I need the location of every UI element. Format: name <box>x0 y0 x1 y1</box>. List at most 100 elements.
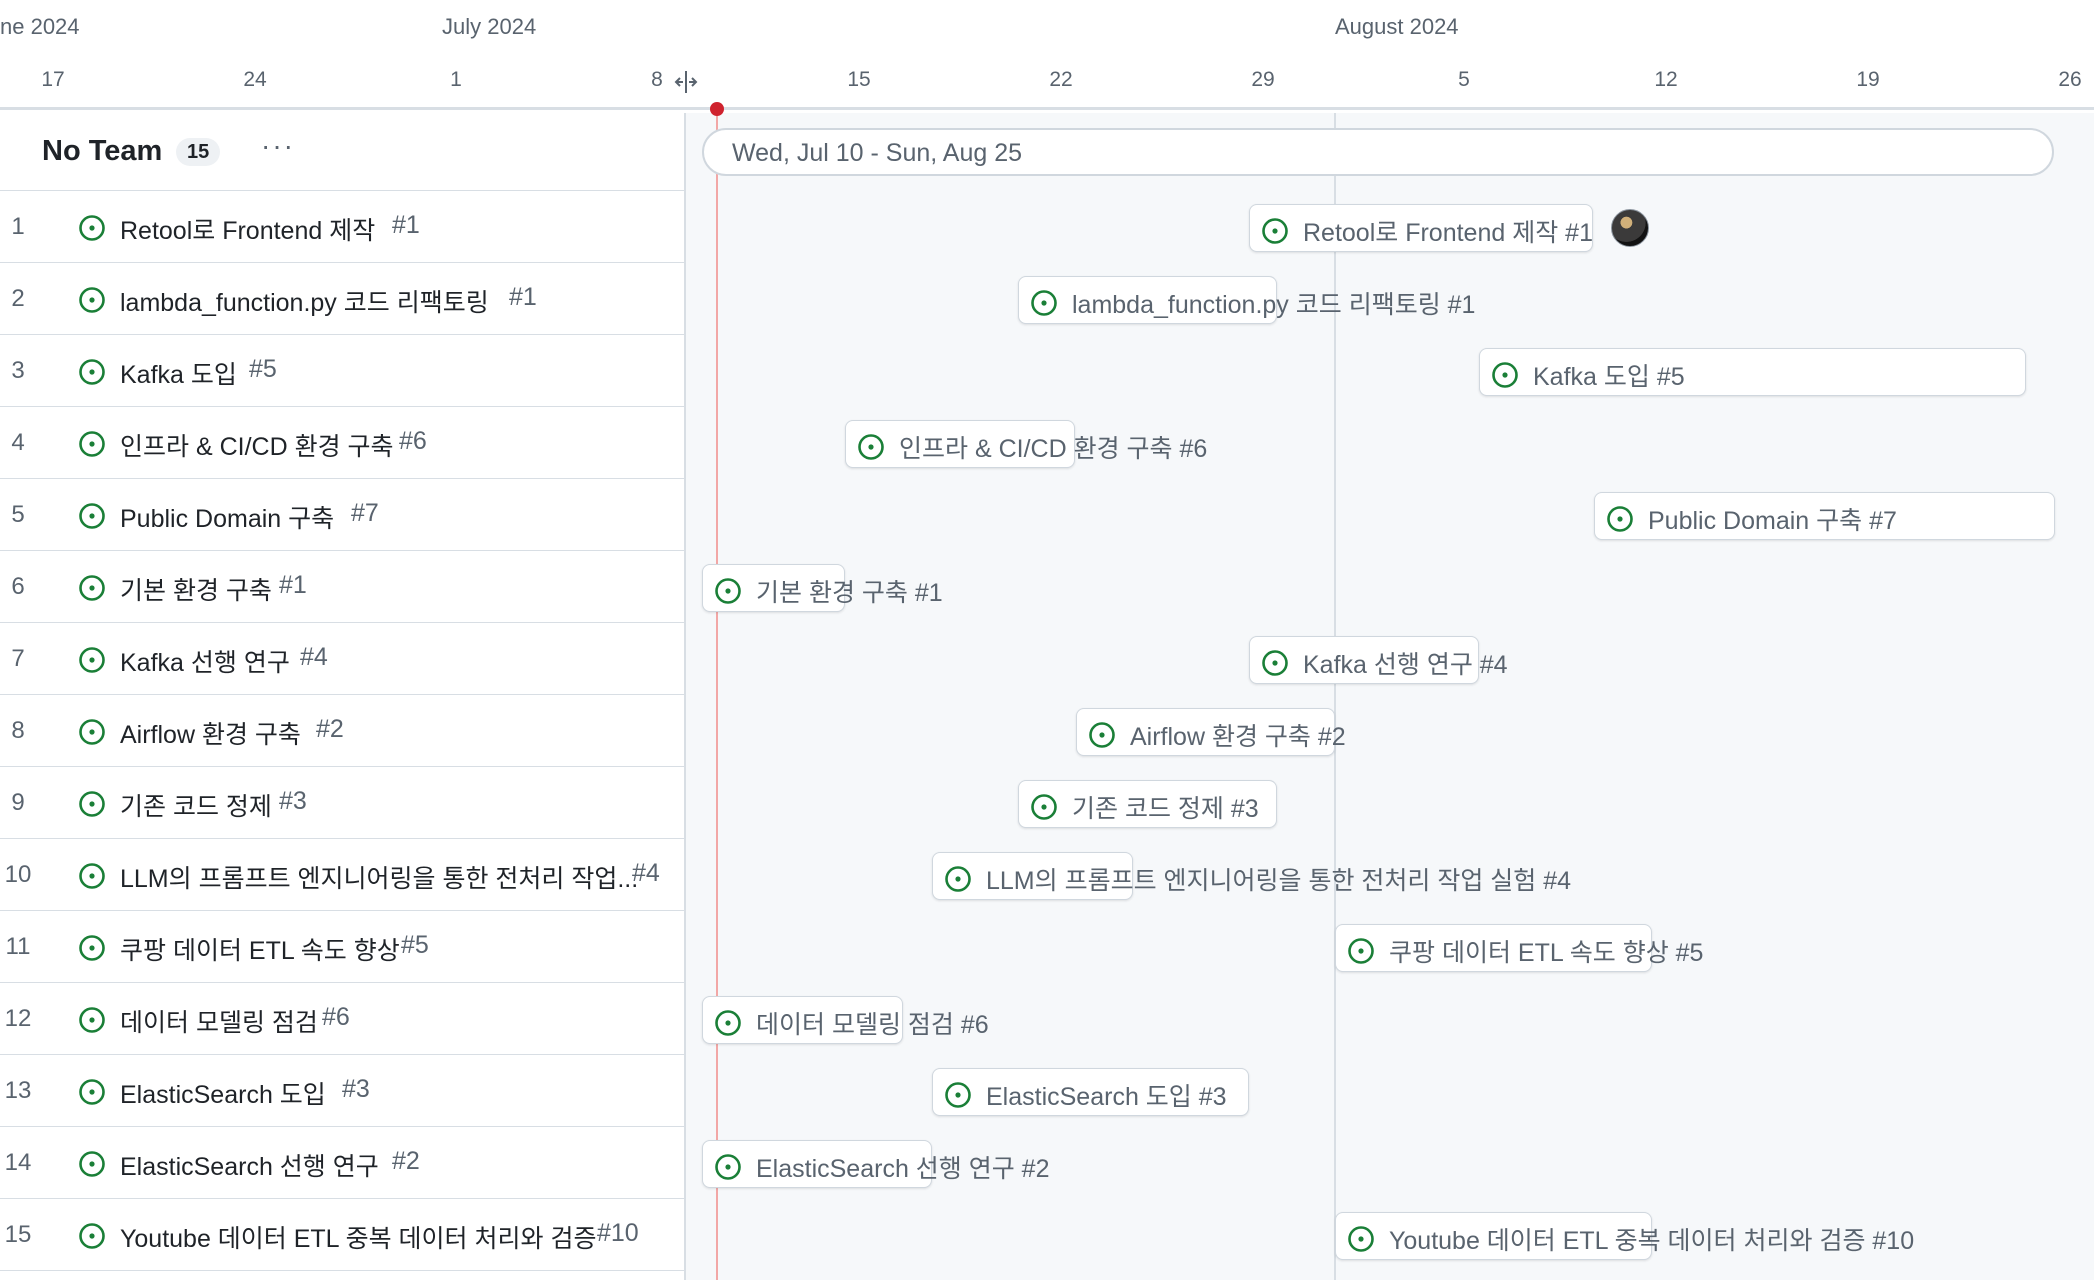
timeline-bar-label: Public Domain 구축 #7 <box>1606 501 1897 537</box>
issue-title[interactable]: ElasticSearch 선행 연구 <box>120 1147 379 1183</box>
table-row[interactable]: 5 Public Domain 구축 #7 <box>0 479 684 551</box>
issue-number: #1 <box>509 283 537 311</box>
issue-opened-icon <box>1347 937 1375 965</box>
row-number: 5 <box>11 501 25 528</box>
table-row[interactable]: 6 기본 환경 구축 #1 <box>0 551 684 623</box>
issue-title[interactable]: Retool로 Frontend 제작 <box>120 211 375 247</box>
issue-number: #2 <box>316 715 344 743</box>
issue-opened-icon <box>78 646 106 674</box>
today-line <box>716 110 718 1280</box>
bar-title: 기본 환경 구축 #1 <box>756 579 943 607</box>
table-row[interactable]: 7 Kafka 선행 연구 #4 <box>0 623 684 695</box>
issue-opened-icon <box>78 502 106 530</box>
group-date-range[interactable]: Wed, Jul 10 - Sun, Aug 25 <box>702 128 2054 176</box>
issue-opened-icon <box>714 1009 742 1037</box>
bar-title: 인프라 & CI/CD 환경 구축 #6 <box>899 435 1208 463</box>
issue-title[interactable]: lambda_function.py 코드 리팩토링 <box>120 283 489 319</box>
today-marker <box>710 102 724 116</box>
table-row[interactable]: 15 Youtube 데이터 ETL 중복 데이터 처리와 검증 #10 <box>0 1199 684 1271</box>
issue-title[interactable]: 인프라 & CI/CD 환경 구축 <box>120 427 394 463</box>
day-label: 19 <box>1856 68 1880 91</box>
issue-number: #5 <box>401 931 429 959</box>
timeline-bar-label: ElasticSearch 도입 #3 <box>944 1077 1227 1113</box>
row-number: 7 <box>11 645 25 672</box>
issue-number: #10 <box>597 1219 639 1247</box>
issue-opened-icon <box>944 1081 972 1109</box>
table-row[interactable]: 13 ElasticSearch 도입 #3 <box>0 1055 684 1127</box>
timeline-bar-label: 기본 환경 구축 #1 <box>714 573 943 609</box>
timeline-bar-label: 인프라 & CI/CD 환경 구축 #6 <box>857 429 1207 465</box>
day-label: 22 <box>1049 68 1073 91</box>
roadmap-table: No Team 15 ··· 1 Retool로 Frontend 제작 #1 2 la… <box>0 113 686 1280</box>
issue-title[interactable]: Youtube 데이터 ETL 중복 데이터 처리와 검증 <box>120 1219 596 1255</box>
timeline-bar-label: Kafka 도입 #5 <box>1491 357 1685 393</box>
month-label: ne 2024 <box>0 14 80 39</box>
table-row[interactable]: 3 Kafka 도입 #5 <box>0 335 684 407</box>
issue-title[interactable]: ElasticSearch 도입 <box>120 1075 326 1111</box>
group-header: No Team 15 ··· <box>0 113 684 191</box>
issue-number: #1 <box>279 571 307 599</box>
issue-title[interactable]: 쿠팡 데이터 ETL 속도 향상 <box>120 931 400 967</box>
day-label: 8 <box>651 68 663 91</box>
issue-number: #5 <box>249 355 277 383</box>
row-number: 2 <box>11 285 25 312</box>
table-row[interactable]: 11 쿠팡 데이터 ETL 속도 향상 #5 <box>0 911 684 983</box>
row-number: 14 <box>4 1149 32 1176</box>
issue-title[interactable]: Kafka 도입 <box>120 355 237 391</box>
issue-opened-icon <box>714 577 742 605</box>
issue-title[interactable]: 기존 코드 정제 <box>120 787 272 823</box>
timeline-bar-label: Retool로 Frontend 제작 #1 <box>1261 213 1593 249</box>
row-number: 3 <box>11 357 25 384</box>
month-label: August 2024 <box>1335 14 1459 39</box>
kebab-horizontal-icon[interactable]: ··· <box>258 131 298 167</box>
table-row[interactable]: 4 인프라 & CI/CD 환경 구축 #6 <box>0 407 684 479</box>
issue-opened-icon <box>78 358 106 386</box>
timeline-bar-label: Airflow 환경 구축 #2 <box>1088 717 1346 753</box>
issue-opened-icon <box>78 214 106 242</box>
timeline-bar-label: 기존 코드 정제 #3 <box>1030 789 1259 825</box>
issue-opened-icon <box>1088 721 1116 749</box>
issue-opened-icon <box>944 865 972 893</box>
column-resize-icon[interactable] <box>672 68 700 96</box>
issue-title[interactable]: Kafka 선행 연구 <box>120 643 290 679</box>
day-label: 29 <box>1251 68 1275 91</box>
table-row[interactable]: 1 Retool로 Frontend 제작 #1 <box>0 191 684 263</box>
issue-number: #7 <box>351 499 379 527</box>
issue-opened-icon <box>714 1153 742 1181</box>
day-label: 12 <box>1654 68 1678 91</box>
table-row[interactable]: 8 Airflow 환경 구축 #2 <box>0 695 684 767</box>
issue-title[interactable]: 데이터 모델링 점검 <box>120 1003 318 1039</box>
issue-number: #3 <box>279 787 307 815</box>
issue-opened-icon <box>78 286 106 314</box>
issue-opened-icon <box>78 574 106 602</box>
timeline-bar-label: 쿠팡 데이터 ETL 속도 향상 #5 <box>1347 933 1703 969</box>
table-row[interactable]: 12 데이터 모델링 점검 #6 <box>0 983 684 1055</box>
issue-title[interactable]: Public Domain 구축 <box>120 499 334 535</box>
issue-opened-icon <box>857 433 885 461</box>
day-label: 5 <box>1458 68 1470 91</box>
row-number: 11 <box>5 933 31 960</box>
issue-opened-icon <box>1491 361 1519 389</box>
issue-title[interactable]: Airflow 환경 구축 <box>120 715 301 751</box>
bar-title: Youtube 데이터 ETL 중복 데이터 처리와 검증 #10 <box>1389 1227 1915 1255</box>
issue-number: #6 <box>322 1003 350 1031</box>
bar-title: Kafka 선행 연구 #4 <box>1303 651 1508 679</box>
issue-opened-icon <box>1261 649 1289 677</box>
timeline-bar-label: Youtube 데이터 ETL 중복 데이터 처리와 검증 #10 <box>1347 1221 1914 1257</box>
row-number: 10 <box>4 861 32 888</box>
table-row[interactable]: 9 기존 코드 정제 #3 <box>0 767 684 839</box>
bar-title: Public Domain 구축 #7 <box>1648 507 1897 535</box>
table-row[interactable]: 10 LLM의 프롬프트 엔지니어링을 통한 전처리 작업... #4 <box>0 839 684 911</box>
assignee-avatar[interactable] <box>1611 209 1649 247</box>
bar-title: 데이터 모델링 점검 #6 <box>756 1011 989 1039</box>
table-row[interactable]: 2 lambda_function.py 코드 리팩토링 #1 <box>0 263 684 335</box>
table-row[interactable]: 14 ElasticSearch 선행 연구 #2 <box>0 1127 684 1199</box>
row-number: 12 <box>4 1005 32 1032</box>
issue-title[interactable]: LLM의 프롬프트 엔지니어링을 통한 전처리 작업... <box>120 859 638 895</box>
issue-title[interactable]: 기본 환경 구축 <box>120 571 272 607</box>
issue-opened-icon <box>78 1222 106 1250</box>
row-number: 6 <box>11 573 25 600</box>
issue-opened-icon <box>78 1150 106 1178</box>
issue-opened-icon <box>78 1078 106 1106</box>
issue-opened-icon <box>1030 793 1058 821</box>
